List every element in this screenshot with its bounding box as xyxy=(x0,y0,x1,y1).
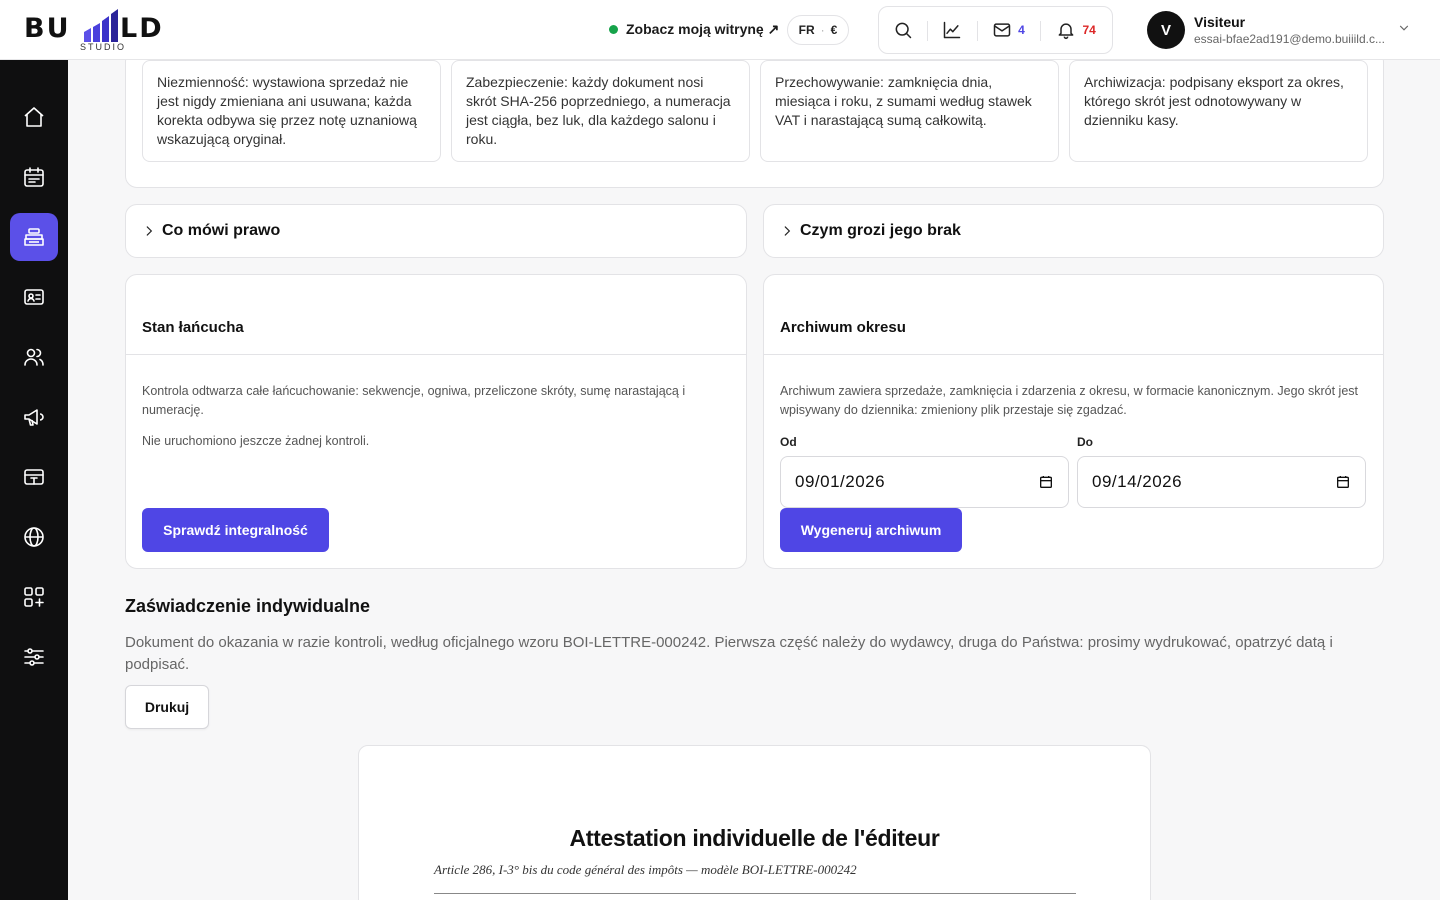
sidebar-item-apps[interactable] xyxy=(10,573,58,621)
panel-divider xyxy=(126,354,746,355)
avatar: V xyxy=(1147,11,1185,49)
date-to-value: 09/14/2026 xyxy=(1092,472,1183,491)
period-archive-description: Archiwum zawiera sprzedaże, zamknięcia i… xyxy=(780,384,1359,417)
stats-button[interactable] xyxy=(926,7,977,53)
messages-button[interactable]: 4 xyxy=(976,7,1041,53)
check-integrity-button[interactable]: Sprawdź integralność xyxy=(142,508,329,552)
principle-storage: Przechowywanie: zamknięcia dnia, miesiąc… xyxy=(760,60,1059,162)
generate-archive-button[interactable]: Wygeneruj archiwum xyxy=(780,508,962,552)
online-status-dot xyxy=(609,24,618,34)
sidebar-item-home[interactable] xyxy=(10,93,58,141)
panel-divider xyxy=(764,354,1383,355)
period-archive-panel: Archiwum okresu Archiwum zawiera sprzeda… xyxy=(763,274,1384,569)
notifications-button[interactable]: 74 xyxy=(1040,7,1112,53)
chart-line-icon xyxy=(943,21,960,39)
print-button[interactable]: Drukuj xyxy=(125,685,209,729)
sidebar-item-cash-register[interactable] xyxy=(10,213,58,261)
accordion-law-label: Co mówi prawo xyxy=(162,222,281,239)
date-from-label: Od xyxy=(780,435,797,449)
attestation-divider xyxy=(434,893,1076,894)
certificate-section-title: Zaświadczenie indywidualne xyxy=(125,596,371,616)
logo-text-left: BU xyxy=(24,13,71,44)
certificate-description: Dokument do okazania w razie kontroli, w… xyxy=(125,634,1333,673)
chevron-right-icon xyxy=(146,226,153,236)
language-label: FR xyxy=(798,23,815,37)
sidebar-item-settings[interactable] xyxy=(10,633,58,681)
id-card-icon xyxy=(24,289,44,305)
chain-status-title: Stan łańcucha xyxy=(142,319,244,336)
sliders-icon xyxy=(24,648,44,666)
view-my-site-link[interactable]: Zobacz moją witrynę ↗ xyxy=(609,18,779,40)
home-icon xyxy=(24,107,44,127)
accordion-risk-label: Czym grozi jego brak xyxy=(800,222,961,239)
accordion-risk[interactable]: Czym grozi jego brak xyxy=(763,204,1384,258)
apps-add-icon xyxy=(24,587,44,607)
logo-bars-icon xyxy=(84,9,118,42)
messages-count: 4 xyxy=(1018,23,1025,37)
mail-icon xyxy=(993,23,1011,37)
chain-status-message: Nie uruchomiono jeszcze żadnej kontroli. xyxy=(142,434,370,448)
date-from-input[interactable]: 09/01/2026 xyxy=(780,456,1069,508)
attestation-subtitle: Article 286, I-3° bis du code général de… xyxy=(434,862,857,877)
attestation-title: Attestation individuelle de l'éditeur xyxy=(569,825,940,851)
search-button[interactable] xyxy=(879,7,927,53)
calendar-icon[interactable] xyxy=(1038,474,1054,490)
card-icon xyxy=(24,469,44,485)
chain-status-description: Kontrola odtwarza całe łańcuchowanie: se… xyxy=(142,384,686,417)
principle-security: Zabezpieczenie: każdy dokument nosi skró… xyxy=(451,60,750,162)
search-icon xyxy=(895,22,912,39)
megaphone-icon xyxy=(24,409,44,426)
user-email: essai-bfae2ad191@demo.buiiild.c... xyxy=(1194,32,1385,46)
principle-archiving: Archiwizacja: podpisany eksport za okres… xyxy=(1069,60,1368,162)
date-to-input[interactable]: 09/14/2026 xyxy=(1077,456,1366,508)
cash-register-icon xyxy=(24,228,44,246)
calendar-icon xyxy=(24,167,44,187)
notifications-count: 74 xyxy=(1082,23,1096,37)
logo-text-right: LD xyxy=(120,13,164,44)
date-from-value: 09/01/2026 xyxy=(795,472,886,491)
sidebar xyxy=(0,60,68,900)
date-to-label: Do xyxy=(1077,435,1093,449)
sidebar-item-marketing[interactable] xyxy=(10,393,58,441)
sidebar-item-website[interactable] xyxy=(10,513,58,561)
top-header: BU LD STUDIO Zobacz moją witrynę ↗ FR · … xyxy=(0,0,1440,60)
chevron-down-icon xyxy=(1399,25,1409,31)
language-currency-switcher[interactable]: FR · € xyxy=(787,15,849,45)
header-tools: 4 74 xyxy=(878,6,1113,54)
currency-label: € xyxy=(830,23,838,37)
bell-icon xyxy=(1059,23,1074,40)
lang-separator: · xyxy=(820,23,825,37)
logo-subtitle: STUDIO xyxy=(80,42,127,52)
main-content: Niezmienność: wystawiona sprzedaż nie je… xyxy=(68,60,1440,900)
principle-immutability: Niezmienność: wystawiona sprzedaż nie je… xyxy=(142,60,441,162)
accordion-law[interactable]: Co mówi prawo xyxy=(125,204,747,258)
build-studio-logo[interactable]: BU LD STUDIO xyxy=(24,8,184,52)
chevron-right-icon xyxy=(784,226,791,236)
users-icon xyxy=(24,348,44,366)
sidebar-item-contacts[interactable] xyxy=(10,273,58,321)
sidebar-item-payments[interactable] xyxy=(10,453,58,501)
sidebar-item-team[interactable] xyxy=(10,333,58,381)
attestation-document: Attestation individuelle de l'éditeur Ar… xyxy=(358,745,1151,900)
chain-status-panel: Stan łańcucha Kontrola odtwarza całe łań… xyxy=(125,274,747,569)
period-archive-title: Archiwum okresu xyxy=(780,319,906,336)
sidebar-item-calendar[interactable] xyxy=(10,153,58,201)
user-name: Visiteur xyxy=(1194,14,1246,30)
globe-icon xyxy=(24,527,44,547)
view-my-site-label: Zobacz moją witrynę ↗ xyxy=(626,20,780,37)
principles-card: Niezmienność: wystawiona sprzedaż nie je… xyxy=(125,60,1384,188)
calendar-icon[interactable] xyxy=(1335,474,1351,490)
user-menu[interactable]: V Visiteur essai-bfae2ad191@demo.buiiild… xyxy=(1147,11,1417,49)
